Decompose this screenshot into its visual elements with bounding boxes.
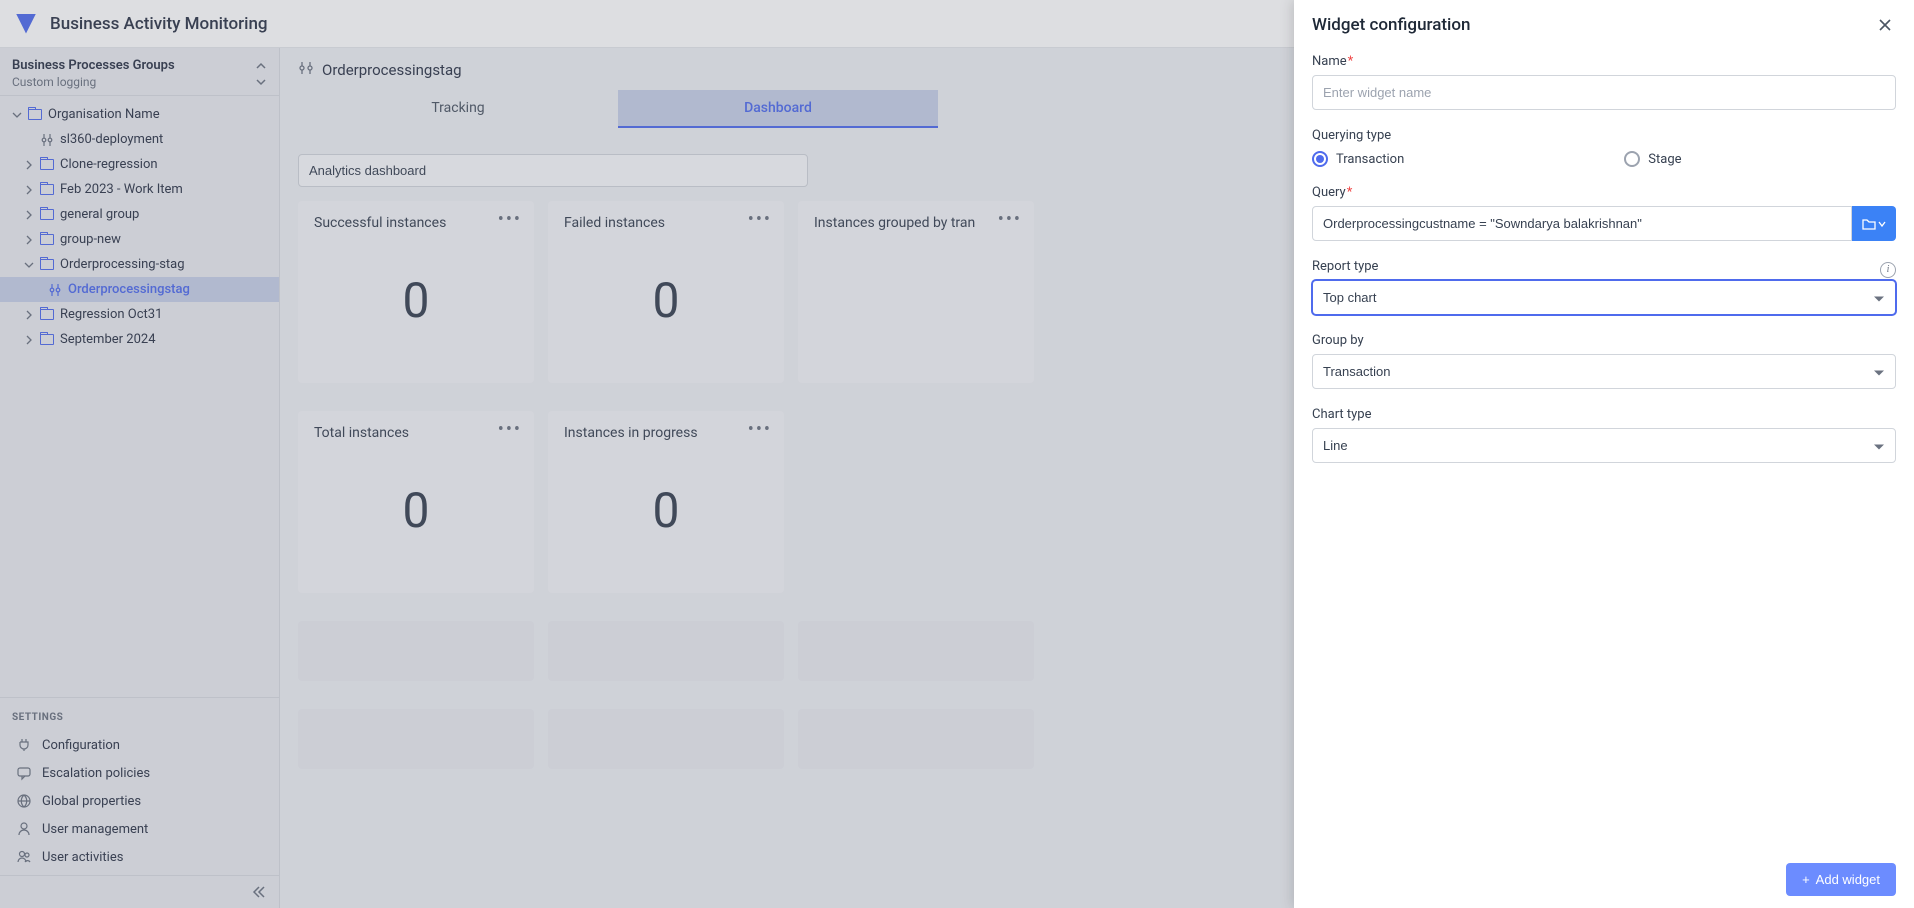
query-browse-button[interactable]: [1852, 206, 1896, 241]
report-type-select[interactable]: [1312, 280, 1896, 315]
widget-config-panel: Widget configuration Name* Querying type…: [1294, 0, 1914, 908]
panel-title: Widget configuration: [1312, 15, 1471, 35]
plus-icon: +: [1802, 872, 1810, 887]
group-by-select[interactable]: [1312, 354, 1896, 389]
query-input[interactable]: [1312, 206, 1852, 241]
radio-unchecked-icon: [1624, 151, 1640, 167]
name-label: Name*: [1312, 54, 1896, 69]
group-by-label: Group by: [1312, 333, 1896, 348]
radio-checked-icon: [1312, 151, 1328, 167]
name-input[interactable]: [1312, 75, 1896, 110]
chart-type-select[interactable]: [1312, 428, 1896, 463]
info-icon[interactable]: i: [1880, 262, 1896, 278]
radio-transaction[interactable]: Transaction: [1312, 151, 1404, 167]
query-label: Query*: [1312, 185, 1896, 200]
chevron-down-icon: [1878, 220, 1886, 228]
folder-open-icon: [1862, 218, 1876, 230]
radio-stage[interactable]: Stage: [1624, 151, 1681, 167]
querying-type-label: Querying type: [1312, 128, 1896, 143]
chart-type-label: Chart type: [1312, 407, 1896, 422]
close-button[interactable]: [1874, 14, 1896, 36]
add-widget-button[interactable]: + Add widget: [1786, 863, 1896, 896]
report-type-label: Report type: [1312, 259, 1378, 274]
